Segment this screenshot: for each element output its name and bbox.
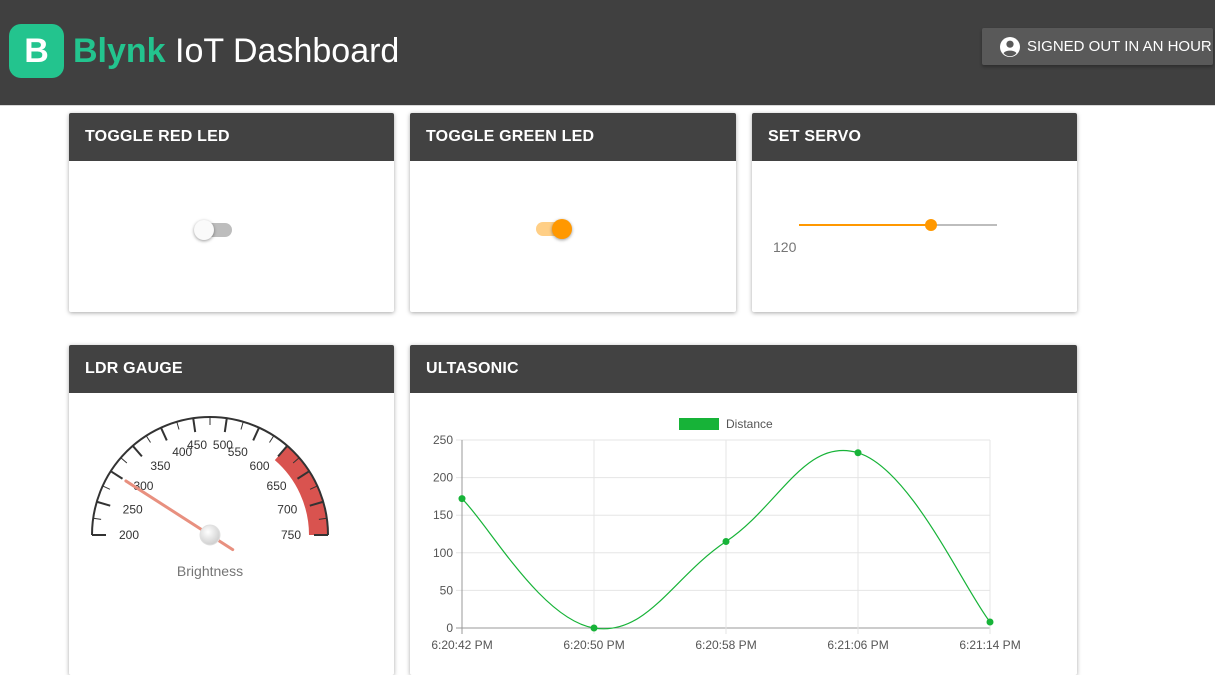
red-led-title: TOGGLE RED LED	[69, 113, 394, 161]
y-tick-label: 50	[440, 583, 454, 597]
switch-thumb	[552, 219, 572, 239]
green-led-title: TOGGLE GREEN LED	[410, 113, 736, 161]
distance-data-point	[986, 618, 994, 626]
gauge-major-tick	[223, 418, 228, 433]
gauge-minor-tick	[240, 421, 244, 430]
y-tick-label: 150	[433, 508, 453, 522]
servo-card: SET SERVO 120	[752, 113, 1077, 312]
gauge-tick-label: 650	[267, 479, 287, 493]
servo-value: 120	[773, 239, 797, 255]
logo-letter: B	[24, 31, 49, 70]
slider-fill	[799, 224, 931, 226]
gauge-tick-label: 450	[187, 438, 207, 452]
gauge-major-tick	[192, 418, 197, 433]
gauge-tick-label: 700	[277, 502, 297, 516]
green-led-card: TOGGLE GREEN LED	[410, 113, 736, 312]
gauge-hub	[199, 524, 221, 546]
gauge-label: Brightness	[176, 563, 244, 579]
green-led-switch[interactable]	[535, 217, 575, 241]
gauge-major-tick	[131, 445, 143, 458]
y-tick-label: 0	[446, 621, 453, 635]
x-tick-label: 6:20:42 PM	[431, 638, 492, 652]
servo-title: SET SERVO	[752, 113, 1077, 161]
distance-data-point	[722, 538, 730, 546]
gauge-major-tick	[96, 500, 111, 507]
x-tick-label: 6:20:58 PM	[695, 638, 756, 652]
gauge-minor-tick	[120, 457, 128, 464]
brand-name: Blynk	[73, 32, 166, 70]
x-tick-label: 6:21:14 PM	[959, 638, 1020, 652]
servo-slider[interactable]	[799, 217, 997, 233]
account-circle-icon	[999, 36, 1021, 58]
legend-label: Distance	[726, 417, 773, 431]
x-tick-label: 6:20:50 PM	[563, 638, 624, 652]
distance-data-point	[458, 495, 466, 503]
ultrasonic-title: ULTASONIC	[410, 345, 1077, 393]
signout-button[interactable]: SIGNED OUT IN AN HOUR	[982, 28, 1213, 65]
distance-data-point	[590, 624, 598, 632]
red-led-card: TOGGLE RED LED	[69, 113, 394, 312]
ldr-card: LDR GAUGE 200 250 300 350 400 450 500 550 600 650…	[69, 345, 394, 675]
gauge-minor-tick	[176, 421, 180, 430]
top-bar: B Blynk IoT Dashboard SIGNED OUT IN AN H…	[0, 0, 1215, 106]
gauge-major-tick	[110, 470, 124, 480]
app-title: Blynk IoT Dashboard	[73, 29, 399, 73]
gauge-major-tick	[160, 427, 168, 441]
distance-chart: 0 50 100 150 200 250 6:20:42 PM 6:20:50 PM 6:20:…	[431, 417, 1020, 652]
dashboard-title: IoT Dashboard	[175, 32, 400, 70]
signout-label: SIGNED OUT IN AN HOUR	[1027, 38, 1212, 55]
gauge-tick-label: 350	[150, 459, 170, 473]
gauge-tick-label: 750	[281, 528, 301, 542]
gauge-tick-label: 200	[119, 528, 139, 542]
gauge-minor-tick	[93, 517, 102, 520]
gauge-minor-tick	[102, 485, 111, 490]
gauge-major-tick	[252, 427, 260, 441]
switch-thumb	[194, 220, 214, 240]
y-tick-label: 100	[433, 546, 453, 560]
x-tick-label: 6:21:06 PM	[827, 638, 888, 652]
ldr-title: LDR GAUGE	[69, 345, 394, 393]
gauge-tick-label: 250	[123, 502, 143, 516]
slider-thumb[interactable]	[925, 219, 937, 231]
gauge-tick-label: 550	[228, 445, 248, 459]
gauge-tick-label: 600	[250, 459, 270, 473]
legend-swatch	[679, 418, 719, 430]
gauge-minor-tick	[269, 435, 275, 443]
y-tick-label: 250	[433, 433, 453, 447]
y-tick-label: 200	[433, 471, 453, 485]
blynk-logo: B	[9, 24, 64, 78]
ldr-gauge: 200250300350400450 500550600650700750	[91, 416, 329, 552]
ultrasonic-card: ULTASONIC 0 50 100 150 200 250 6:20:42 PM 6:20:…	[410, 345, 1077, 675]
distance-data-point	[854, 449, 862, 457]
gauge-minor-tick	[145, 435, 151, 443]
red-led-switch[interactable]	[193, 219, 233, 241]
